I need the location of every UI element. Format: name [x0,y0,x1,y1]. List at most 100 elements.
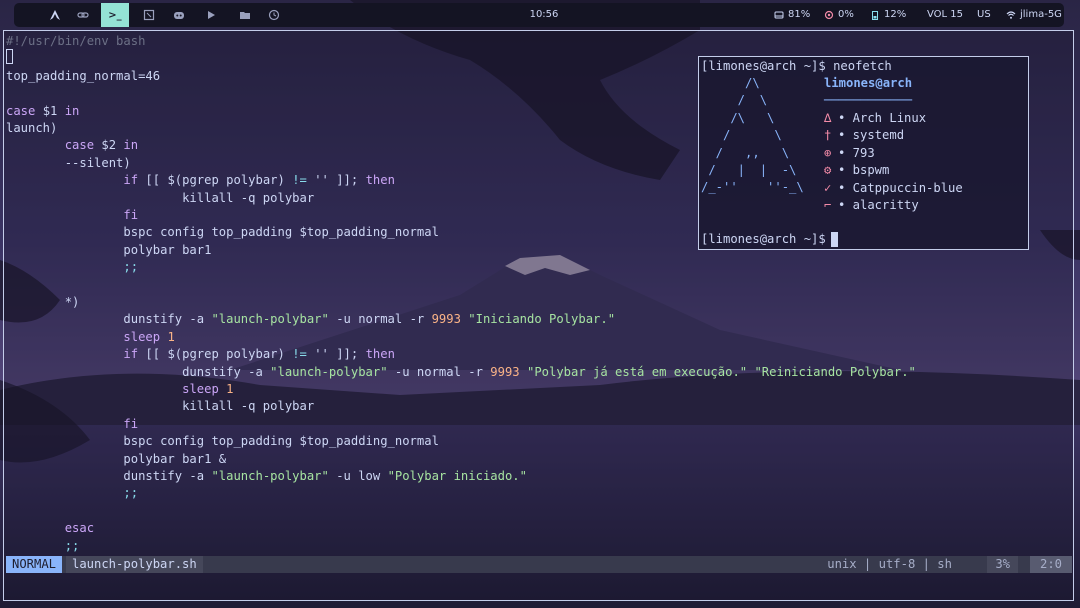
code-token: #!/usr/bin/env bash [6,34,146,48]
code-line: #!/usr/bin/env bash [6,33,145,50]
arch-icon [50,10,60,20]
logo-line: / | | -\ [701,163,797,177]
workspace-2-button[interactable] [69,3,97,27]
workspace-1-button[interactable] [41,3,69,27]
code-token: "Reiniciando Polybar." [754,364,916,379]
discord-icon [174,12,184,19]
code-line: polybar bar1 & [6,451,226,468]
volume-value: VOL 15 [927,9,964,20]
info-row: ⊕ • 793 [824,145,875,162]
code-line: killall -q polybar [6,398,314,415]
keyboard-layout-module[interactable]: US [977,3,991,27]
code-token: -u normal -r [328,312,432,327]
clock-label: 10:56 [529,9,559,20]
logo-line: /\ [701,76,760,90]
disk-module[interactable]: 81% [774,3,810,27]
code-line: killall -q polybar [6,190,314,207]
workspace-7-button[interactable] [231,3,259,27]
code-line: fi [6,416,138,433]
code-token: "launch-polybar" [270,364,388,379]
code-token: -u normal -r [387,364,491,379]
workspace-8-button[interactable] [260,3,288,27]
code-line: bspc config top_padding $top_padding_nor… [6,433,439,450]
code-token: [[ $(pgrep polybar) [138,173,293,188]
volume-module[interactable]: VOL 15 [927,3,963,27]
theme-icon: ✓ [824,180,832,195]
code-token: top_padding_normal=46 [6,68,161,83]
battery-icon [872,11,878,20]
code-line: bspc config top_padding $top_padding_nor… [6,224,439,241]
code-token: bspc config top_padding $top_padding_nor… [6,434,439,449]
code-line: fi [6,207,138,224]
code-token: 1 [226,382,234,396]
code-line: if [[ $(pgrep polybar) != '' ]]; then [6,346,395,363]
neofetch-terminal-window[interactable]: [limones@arch ~]$ neofetch /\ / \ /\ \ /… [698,56,1029,250]
code-line: ;; [6,538,80,555]
code-token: $1 [35,103,65,118]
info-row: ⚙ • bspwm [824,162,889,179]
cpu-usage-value: 0% [838,9,854,20]
code-token: *) [6,295,80,309]
code-token: $2 [94,138,124,153]
code-token: launch) [6,121,58,135]
scroll-percent: 3% [987,556,1018,573]
code-line: polybar bar1 [6,242,211,259]
code-token: dunstify -a [6,469,212,483]
clock-icon [268,9,280,21]
logo-line: / \ [701,93,768,108]
code-line: case $2 in [6,137,138,154]
code-token: dunstify -a [6,312,212,327]
workspace-4-button[interactable] [135,3,163,27]
code-line: dunstify -a "launch-polybar" -u normal -… [6,311,615,328]
workspace-5-button[interactable] [165,3,193,27]
code-token: in [123,138,139,153]
workspace-3-button[interactable]: >_ [101,3,129,27]
code-token: case [64,138,95,153]
terminal-icon: ⌐ [824,198,832,212]
code-token: 9993 [490,364,520,379]
info-row: ∆ • Arch Linux [824,110,926,127]
code-line: launch) [6,120,57,137]
code-token: != [292,173,307,188]
cursor-position: 2:0 [1029,556,1072,573]
title-underline: ──────────── [824,93,913,107]
info-row: ✓ • Catppuccin-blue [824,180,963,197]
code-token: "launch-polybar" [211,469,329,483]
code-token: fi [123,208,139,222]
code-token: fi [123,416,139,431]
info-row: † • systemd [824,127,904,144]
code-token: "Polybar já está em execução." [527,364,748,379]
info-text: • 793 [838,145,875,160]
top-status-bar: >_ 10:56 81% 0% 12% VOL 15 US jlima-5G [14,3,1064,27]
user-host: limones@arch [824,76,913,90]
code-token: then [365,173,395,188]
file-name: launch-polybar.sh [66,556,203,573]
code-line: sleep 1 [6,381,233,398]
cpu-icon [824,10,834,20]
code-token: in [64,103,80,118]
cpu-module[interactable]: 0% [824,3,854,27]
wm-icon: ⚙ [824,163,832,178]
code-line: top_padding_normal=46 [6,68,160,85]
disk-icon [774,11,784,19]
code-token: -u low [328,469,388,483]
logo-line: / ,, \ [701,145,790,160]
folder-icon [240,12,250,19]
file-info: unix | utf-8 | sh [827,557,952,571]
workspace-6-button[interactable] [197,3,225,27]
info-row: ⌐ • alacritty [824,197,919,214]
battery-module[interactable]: 12% [870,3,906,27]
code-token: 9993 [431,312,461,327]
window-icon [143,9,155,21]
code-token: if [123,347,139,362]
mode-indicator: NORMAL [6,556,63,573]
wifi-module[interactable]: jlima-5G [1006,3,1062,27]
terminal-icon: >_ [108,9,122,21]
code-token: '' ]]; [306,347,366,362]
link-icon [77,12,89,18]
code-token: polybar bar1 & [6,451,227,466]
